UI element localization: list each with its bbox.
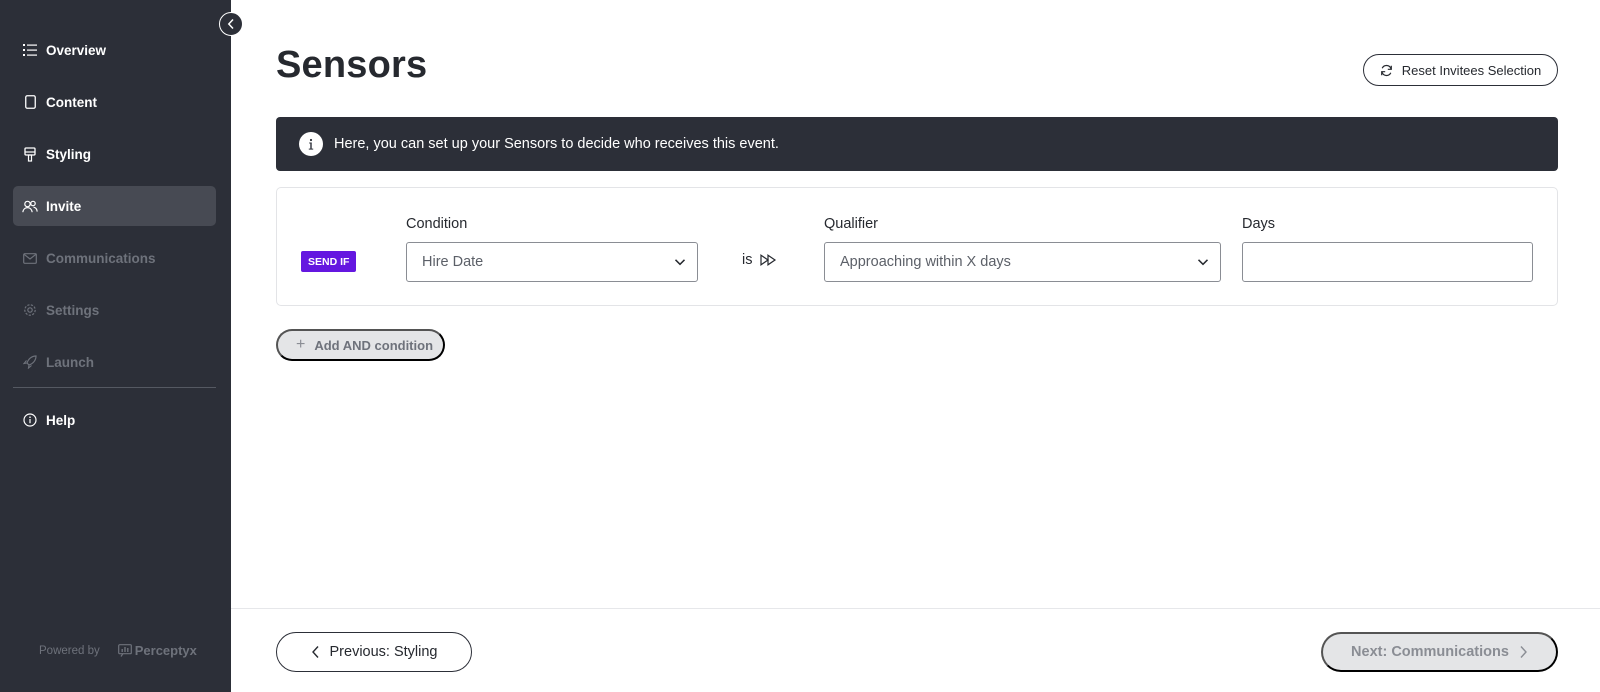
mail-icon [22, 250, 38, 266]
sidebar-item-label: Styling [46, 146, 92, 162]
chevron-left-icon [227, 18, 234, 30]
powered-by: Powered by Perceptyx [39, 643, 197, 658]
footer-divider [231, 608, 1600, 609]
chevron-down-icon [1197, 259, 1209, 266]
add-and-condition-label: Add AND condition [314, 337, 434, 353]
days-label: Days [1242, 216, 1276, 232]
main-content: Sensors Reset Invitees Selection Here, y… [231, 0, 1600, 692]
sidebar-item-label: Content [46, 94, 97, 110]
sidebar-divider [13, 387, 216, 388]
qualifier-select-value: Approaching within X days [840, 254, 1011, 270]
reset-invitees-button[interactable]: Reset Invitees Selection [1363, 54, 1558, 86]
sidebar-item-label: Communications [46, 250, 156, 266]
sidebar-item-label: Help [46, 412, 76, 428]
rocket-icon [22, 354, 38, 370]
condition-label: Condition [406, 216, 468, 232]
document-icon [22, 94, 38, 110]
powered-by-text: Powered by [39, 644, 100, 657]
info-banner-text: Here, you can set up your Sensors to dec… [334, 136, 779, 152]
condition-select-value: Hire Date [422, 254, 484, 270]
condition-row: SEND IF Condition Hire Date is Qualifier… [276, 187, 1558, 306]
fast-forward-icon [760, 254, 777, 266]
brand-name: Perceptyx [134, 643, 197, 658]
next-button-label: Next: Communications [1351, 644, 1509, 660]
info-banner: Here, you can set up your Sensors to dec… [276, 117, 1558, 171]
sidebar-item-label: Invite [46, 198, 82, 214]
sidebar-item-label: Launch [46, 354, 95, 370]
users-icon [22, 198, 38, 214]
days-input[interactable] [1242, 242, 1533, 282]
refresh-icon [1380, 64, 1392, 76]
sidebar-item-communications[interactable]: Communications [13, 238, 216, 278]
qualifier-select[interactable]: Approaching within X days [824, 242, 1221, 282]
chevron-left-icon [311, 646, 319, 658]
collapse-sidebar-button[interactable] [219, 12, 243, 36]
previous-button-label: Previous: Styling [329, 644, 438, 660]
info-icon [299, 132, 323, 156]
brand-logo-icon [117, 644, 132, 657]
sidebar-item-overview[interactable]: Overview [13, 30, 216, 70]
brush-icon [22, 146, 38, 162]
send-if-badge: SEND IF [301, 251, 357, 272]
sidebar-item-label: Settings [46, 302, 100, 318]
condition-select[interactable]: Hire Date [406, 242, 698, 282]
qualifier-label: Qualifier [824, 216, 878, 232]
sidebar-item-label: Overview [46, 42, 107, 58]
sidebar-item-help[interactable]: Help [13, 400, 216, 440]
sidebar-item-content[interactable]: Content [13, 82, 216, 122]
sidebar-help-section: Help [13, 400, 216, 452]
next-button[interactable]: Next: Communications [1321, 632, 1558, 672]
reset-invitees-label: Reset Invitees Selection [1401, 62, 1542, 78]
chevron-down-icon [674, 259, 686, 266]
sidebar-item-settings[interactable]: Settings [13, 290, 216, 330]
info-icon [22, 412, 38, 428]
sidebar-item-styling[interactable]: Styling [13, 134, 216, 174]
chevron-right-icon [1520, 646, 1527, 658]
page-title: Sensors [276, 44, 428, 86]
list-icon [22, 42, 38, 58]
operator-label: is [742, 252, 777, 268]
operator-text: is [742, 252, 753, 268]
sidebar-item-launch[interactable]: Launch [13, 342, 216, 382]
sidebar: Overview Content Styling Invite Communic… [0, 0, 231, 692]
brand-logo: Perceptyx [117, 643, 197, 658]
gear-icon [22, 302, 38, 318]
previous-button[interactable]: Previous: Styling [276, 632, 472, 672]
plus-icon: + [296, 336, 306, 353]
add-and-condition-button[interactable]: + Add AND condition [276, 329, 445, 361]
sidebar-item-invite[interactable]: Invite [13, 186, 216, 226]
sidebar-nav: Overview Content Styling Invite Communic… [13, 30, 216, 394]
